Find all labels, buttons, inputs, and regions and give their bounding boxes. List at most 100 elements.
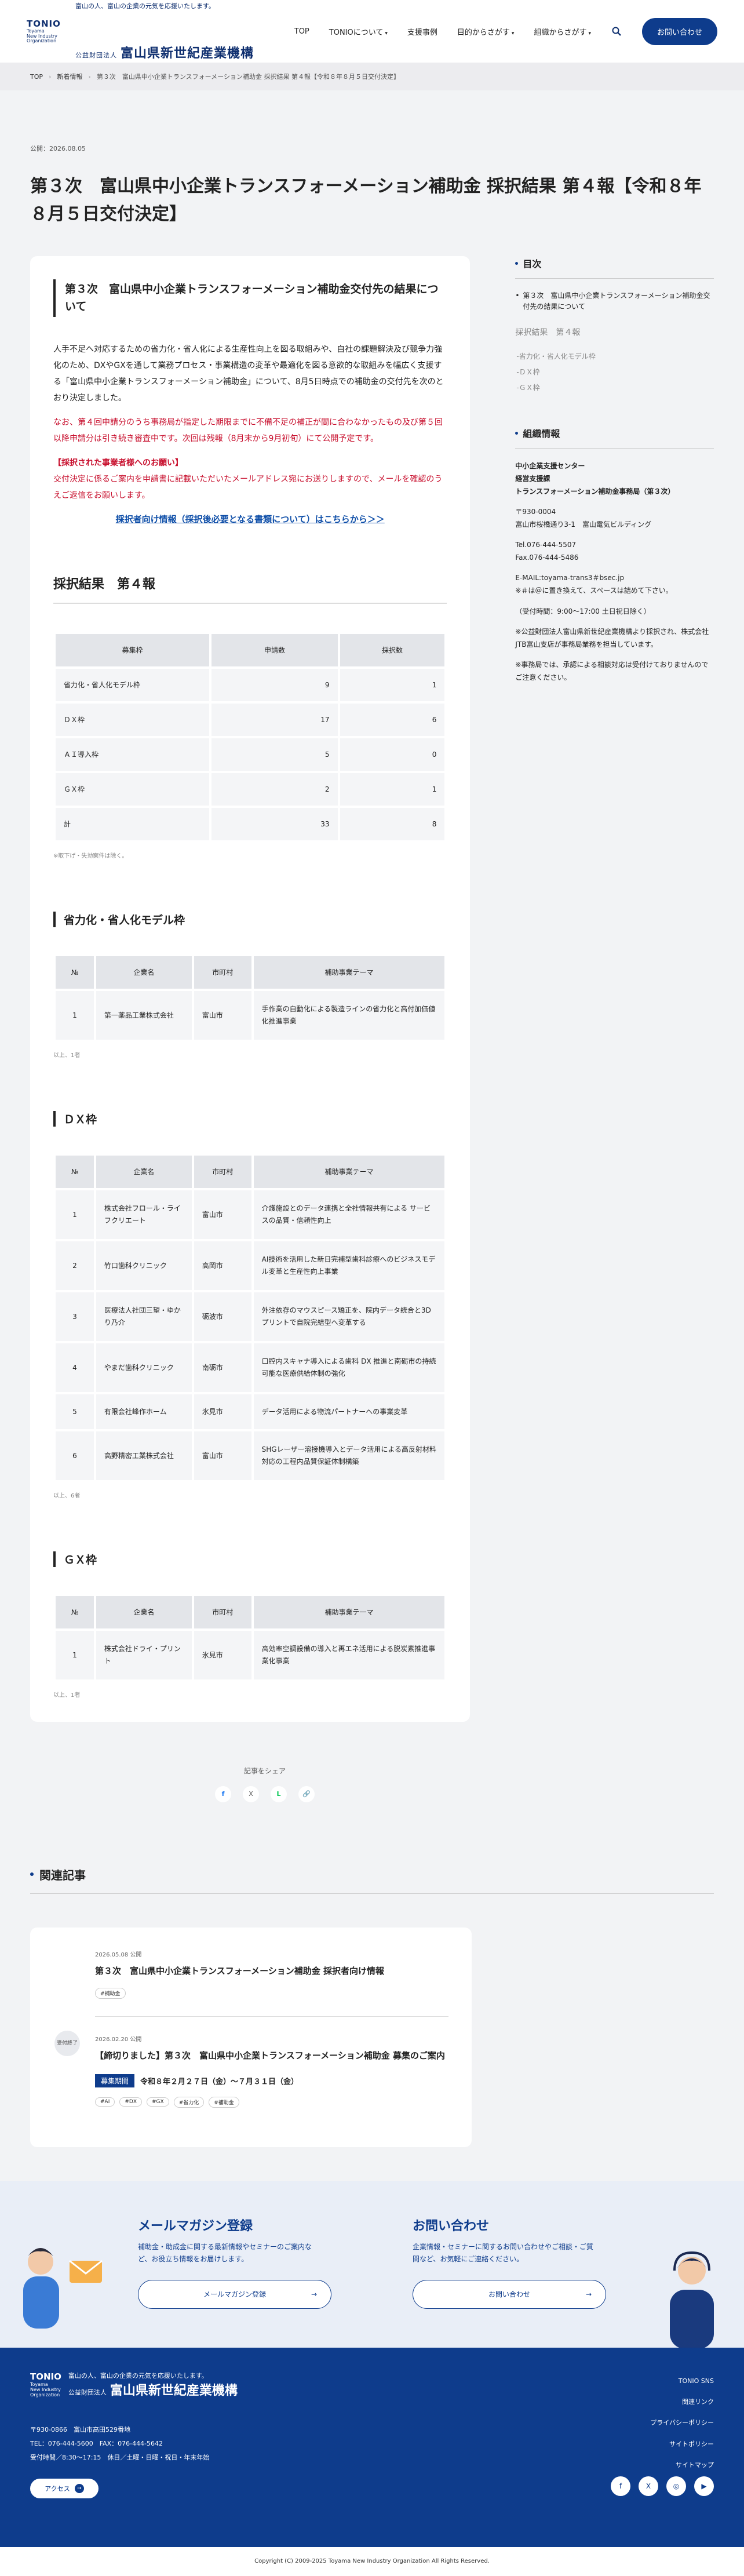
related-item[interactable]: 受付終了 2026.02.20 公開 【締切りました】第３次 富山県中小企業トラ… bbox=[54, 2016, 448, 2125]
cell: 省力化・省人化モデル枠 bbox=[56, 668, 210, 701]
breadcrumb-top[interactable]: TOP bbox=[30, 73, 43, 81]
tag[interactable]: #DX bbox=[119, 2097, 142, 2107]
copyright: Copyright (C) 2009-2025 Toyama New Indus… bbox=[0, 2546, 744, 2576]
chevron-down-icon: ▾ bbox=[511, 30, 515, 37]
facebook-icon[interactable]: f bbox=[215, 1786, 231, 1802]
table-header: № 企業名 市町村 補助事業テーマ bbox=[56, 1155, 445, 1188]
footer-link-related[interactable]: 関連リンク bbox=[650, 2392, 714, 2413]
org-mail: E-MAIL:toyama-trans3＃bsec.jp ※＃は＠に置き換えて、ス… bbox=[515, 572, 714, 597]
tag[interactable]: #補助金 bbox=[95, 1988, 126, 1999]
cell: 3 bbox=[56, 1292, 94, 1341]
org-line: 経営支援課 bbox=[515, 474, 550, 483]
toc-item[interactable]: 採択結果 第４報 bbox=[515, 326, 714, 339]
toc-item[interactable]: -省力化・省人化モデル枠 bbox=[515, 351, 714, 362]
table-row: 5 有限会社峰作ホーム 氷見市 データ活用による物流パートナーへの事業変革 bbox=[56, 1394, 445, 1429]
article-card: 第３次 富山県中小企業トランスフォーメーション補助金交付先の結果について 人手不… bbox=[30, 256, 471, 1722]
site-logo[interactable]: TONIO Toyama New Industry Organization 富… bbox=[27, 1, 254, 61]
search-icon[interactable] bbox=[611, 25, 622, 37]
table-row: ＡＩ導入枠 5 0 bbox=[56, 738, 445, 771]
cell: 有限会社峰作ホーム bbox=[96, 1394, 192, 1429]
adopted-info-link[interactable]: 採択者向け情報（採択後必要となる書類について）はこちらから＞＞ bbox=[53, 513, 447, 525]
footer-link-sitemap[interactable]: サイトマップ bbox=[650, 2455, 714, 2476]
cell: 高岡市 bbox=[194, 1241, 251, 1290]
nav-top[interactable]: TOP bbox=[294, 27, 309, 36]
line-icon[interactable]: L bbox=[271, 1786, 287, 1802]
footer-link-site-policy[interactable]: サイトポリシー bbox=[650, 2434, 714, 2455]
org-name: 富山県新世紀産業機構 bbox=[110, 2383, 238, 2398]
instagram-icon[interactable]: ◎ bbox=[666, 2476, 686, 2496]
tag[interactable]: #AI bbox=[95, 2097, 115, 2107]
mailmag-title: メールマガジン登録 bbox=[138, 2218, 253, 2233]
footer-logo[interactable]: TONIO Toyama New Industry Organization 富… bbox=[30, 2371, 714, 2399]
tag[interactable]: #補助金 bbox=[209, 2096, 239, 2108]
toc: • 第３次 富山県中小企業トランスフォーメーション補助金交付先の結果について 採択… bbox=[515, 290, 714, 393]
facebook-icon[interactable]: f bbox=[611, 2476, 630, 2496]
column-header: 市町村 bbox=[194, 1155, 251, 1188]
toc-label: 第３次 富山県中小企業トランスフォーメーション補助金交付先の結果について bbox=[523, 292, 710, 311]
toc-item[interactable]: -ＧＸ枠 bbox=[515, 382, 714, 393]
tag[interactable]: #省力化 bbox=[173, 2096, 205, 2108]
mailmag-box: メールマガジン登録 補助金・助成金に関する最新情報やセミナーのご案内など、お役立… bbox=[138, 2216, 331, 2348]
table-row: 6 高野精密工業株式会社 富山市 SHGレーザー溶接機導入とデータ活用による高反射材料… bbox=[56, 1431, 445, 1480]
logo-sub: Organization bbox=[30, 2392, 60, 2398]
column-header: 企業名 bbox=[96, 1595, 192, 1628]
detail-table: № 企業名 市町村 補助事業テーマ 1 株式会社フロール・ライフクリエート 富山市 介護施設… bbox=[53, 1153, 447, 1482]
x-icon[interactable]: X bbox=[243, 1786, 259, 1802]
group-count: 以上、1者 bbox=[53, 1692, 81, 1699]
link-icon[interactable]: 🔗 bbox=[298, 1786, 315, 1802]
column-header: 市町村 bbox=[194, 1595, 251, 1628]
column-header: № bbox=[56, 1595, 94, 1628]
cell: SHGレーザー溶接機導入とデータ活用による高反射材料対応の工程内品質保証体制構築 bbox=[253, 1431, 445, 1480]
toc-item[interactable]: -ＤＸ枠 bbox=[515, 367, 714, 378]
nav-about[interactable]: TONIOについて ▾ bbox=[329, 26, 388, 37]
nav-cases[interactable]: 支援事例 bbox=[407, 26, 437, 37]
table-row: 4 やまだ歯科クリニック 南砺市 口腔内スキャナ導入による歯科 DX 推進と南砺市の持… bbox=[56, 1343, 445, 1392]
contact-cta-button[interactable]: お問い合わせ → bbox=[413, 2279, 606, 2309]
related-item[interactable]: 2026.05.08 公開 第３次 富山県中小企業トランスフォーメーション補助金… bbox=[95, 1950, 448, 2017]
breadcrumb-news[interactable]: 新着情報 bbox=[57, 72, 82, 81]
column-header: 市町村 bbox=[194, 956, 251, 989]
chevron-down-icon: ▾ bbox=[588, 30, 591, 37]
table-row: 3 医療法人社団三望・ゆかり乃介 砺波市 外注依存のマウスピース矯正を、院内データ統合… bbox=[56, 1292, 445, 1341]
footer-link-privacy[interactable]: プライバシーポリシー bbox=[650, 2413, 714, 2433]
detail-table: № 企業名 市町村 補助事業テーマ 1 株式会社ドライ・プリント 氷見市 高効率空調設備の導… bbox=[53, 1594, 447, 1682]
cta-section: メールマガジン登録 補助金・助成金に関する最新情報やセミナーのご案内など、お役立… bbox=[0, 2180, 744, 2349]
cell: 砺波市 bbox=[194, 1292, 251, 1341]
footer-link-sns[interactable]: TONIO SNS bbox=[650, 2371, 714, 2392]
nav-label: TOP bbox=[294, 27, 309, 36]
nav-label: 目的からさがす bbox=[457, 28, 510, 37]
x-icon[interactable]: X bbox=[639, 2476, 658, 2496]
cell: 口腔内スキャナ導入による歯科 DX 推進と南砺市の持続可能な医療供給体制の強化 bbox=[253, 1343, 445, 1392]
page-title: 第３次 富山県中小企業トランスフォーメーション補助金 採択結果 第４報【令和８年… bbox=[30, 176, 702, 224]
toc-item[interactable]: • 第３次 富山県中小企業トランスフォーメーション補助金交付先の結果について bbox=[515, 290, 714, 312]
youtube-icon[interactable]: ▶ bbox=[694, 2476, 714, 2496]
site-header: TONIO Toyama New Industry Organization 富… bbox=[0, 0, 744, 63]
related-date: 2026.05.08 公開 bbox=[95, 1951, 142, 1958]
org-lines: 中小企業支援センター 経営支援課 トランスフォーメーション補助金事務局（第３次） bbox=[515, 460, 714, 498]
cell: 1 bbox=[340, 773, 445, 806]
cell: 手作業の自動化による製造ラインの省力化と高付加価値化推進事業 bbox=[253, 990, 445, 1040]
footer-hours-line: 受付時間／8:30〜17:15 休日／土曜・日曜・祝日・年末年始 bbox=[30, 2454, 210, 2462]
mailmag-button[interactable]: メールマガジン登録 → bbox=[138, 2279, 331, 2309]
cell: 2 bbox=[211, 773, 338, 806]
mail-note: ※＃は＠に置き換えて、スペースは詰めて下さい。 bbox=[515, 586, 673, 595]
group-title: ＤＸ枠 bbox=[53, 1110, 447, 1127]
nav-label: 組織からさがす bbox=[534, 28, 587, 37]
cell: 計 bbox=[56, 807, 210, 840]
tag[interactable]: #GX bbox=[147, 2097, 169, 2107]
access-button[interactable]: アクセス → bbox=[30, 2479, 99, 2499]
org-prefix: 公益財団法人 bbox=[75, 52, 117, 59]
nav-organization[interactable]: 組織からさがす ▾ bbox=[534, 26, 591, 37]
tagline: 富山の人、富山の企業の元気を応援いたします。 bbox=[75, 2, 215, 10]
nav-purpose[interactable]: 目的からさがす ▾ bbox=[457, 26, 515, 37]
mail-line: E-MAIL:toyama-trans3＃bsec.jp bbox=[515, 574, 625, 582]
cell: 5 bbox=[211, 738, 338, 771]
article-heading: 第３次 富山県中小企業トランスフォーメーション補助金交付先の結果について bbox=[53, 279, 447, 317]
logo-sub: Organization bbox=[27, 38, 57, 44]
contact-button[interactable]: お問い合わせ bbox=[641, 17, 717, 45]
cell: 外注依存のマウスピース矯正を、院内データ統合と3Dプリントで自院完結型へ変革する bbox=[253, 1292, 445, 1341]
cell: 富山市 bbox=[194, 1190, 251, 1239]
table-row: 計 33 8 bbox=[56, 807, 445, 840]
cell: 竹口歯科クリニック bbox=[96, 1241, 192, 1290]
table-row: 1 株式会社フロール・ライフクリエート 富山市 介護施設とのデータ連携と全社情報共有に… bbox=[56, 1190, 445, 1239]
